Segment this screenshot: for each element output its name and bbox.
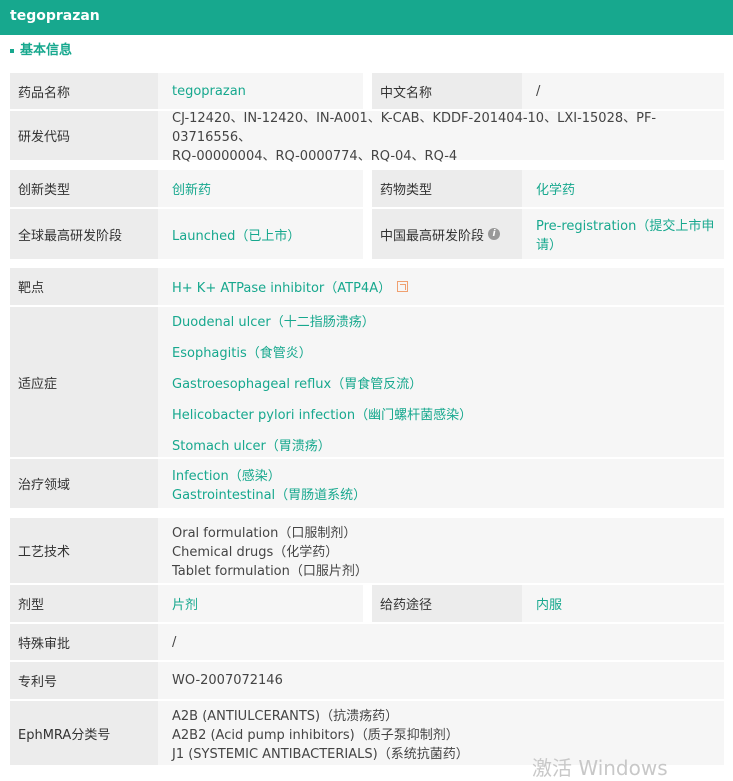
indication-item[interactable]: Esophagitis（食管炎） bbox=[172, 342, 312, 361]
value-chinese-name: / bbox=[522, 73, 724, 109]
value-global-stage[interactable]: Launched（已上市） bbox=[158, 209, 363, 259]
label-special: 特殊审批 bbox=[10, 624, 158, 660]
ephmra-item: A2B (ANTIULCERANTS)（抗溃疡药） bbox=[172, 708, 399, 724]
label-dosage: 剂型 bbox=[10, 585, 158, 622]
label-indications: 适应症 bbox=[10, 307, 158, 457]
value-drug-name[interactable]: tegoprazan bbox=[158, 73, 363, 109]
value-patent: WO-2007072146 bbox=[158, 662, 724, 699]
value-dosage[interactable]: 片剂 bbox=[158, 585, 363, 622]
value-innovation[interactable]: 创新药 bbox=[158, 170, 363, 207]
therapy-item[interactable]: Gastrointestinal（胃肠道系统） bbox=[172, 484, 366, 503]
value-target[interactable]: H+ K+ ATPase inhibitor（ATP4A） bbox=[158, 268, 724, 305]
bullet-icon bbox=[10, 48, 14, 53]
value-special: / bbox=[158, 624, 724, 660]
china-stage-line-2: 请） bbox=[536, 238, 563, 253]
china-stage-label-text: 中国最高研发阶段 bbox=[380, 228, 485, 244]
indication-item[interactable]: Stomach ulcer（胃溃疡） bbox=[172, 435, 331, 454]
indication-item[interactable]: Gastroesophageal reflux（胃食管反流） bbox=[172, 373, 422, 392]
value-drug-type[interactable]: 化学药 bbox=[522, 170, 724, 207]
value-route[interactable]: 内服 bbox=[522, 585, 724, 622]
code-line-1: CJ-12420、IN-12420、IN-A001、K-CAB、KDDF-201… bbox=[172, 111, 657, 145]
external-link-icon[interactable] bbox=[397, 281, 409, 292]
label-therapy: 治疗领域 bbox=[10, 459, 158, 508]
value-indications: Duodenal ulcer（十二指肠溃疡） Esophagitis（食管炎） … bbox=[158, 307, 724, 457]
drug-header-bar: tegoprazan bbox=[0, 0, 733, 35]
label-target: 靶点 bbox=[10, 268, 158, 305]
therapy-item[interactable]: Infection（感染） bbox=[172, 465, 281, 484]
value-china-stage[interactable]: Pre-registration（提交上市申 请） bbox=[522, 209, 724, 259]
target-text[interactable]: H+ K+ ATPase inhibitor（ATP4A） bbox=[172, 277, 391, 296]
label-drug-type: 药物类型 bbox=[372, 170, 522, 207]
label-innovation: 创新类型 bbox=[10, 170, 158, 207]
china-stage-line-1: Pre-registration（提交上市申 bbox=[536, 219, 715, 234]
label-technology: 工艺技术 bbox=[10, 518, 158, 583]
value-technology: Oral formulation（口服制剂） Chemical drugs（化学… bbox=[158, 518, 724, 583]
indication-item[interactable]: Duodenal ulcer（十二指肠溃疡） bbox=[172, 311, 375, 330]
info-icon[interactable]: i bbox=[488, 228, 501, 240]
label-chinese-name: 中文名称 bbox=[372, 73, 522, 109]
label-global-stage: 全球最高研发阶段 bbox=[10, 209, 158, 259]
section-title: 基本信息 bbox=[20, 43, 73, 58]
technology-item: Oral formulation（口服制剂） bbox=[172, 526, 357, 541]
technology-item: Tablet formulation（口服片剂） bbox=[172, 564, 368, 579]
label-china-stage: 中国最高研发阶段 i bbox=[372, 209, 522, 259]
value-therapy: Infection（感染） Gastrointestinal（胃肠道系统） bbox=[158, 459, 724, 508]
ephmra-item: A2B2 (Acid pump inhibitors)（质子泵抑制剂） bbox=[172, 727, 459, 743]
windows-activation-watermark: 激活 Windows bbox=[532, 756, 668, 780]
label-ephmra: EphMRA分类号 bbox=[10, 701, 158, 765]
drug-title: tegoprazan bbox=[10, 8, 100, 24]
label-route: 给药途径 bbox=[372, 585, 522, 622]
code-line-2: RQ-00000004、RQ-0000774、RQ-04、RQ-4 bbox=[172, 149, 458, 164]
label-patent: 专利号 bbox=[10, 662, 158, 699]
indication-item[interactable]: Helicobacter pylori infection（幽门螺杆菌感染） bbox=[172, 404, 472, 423]
technology-item: Chemical drugs（化学药） bbox=[172, 545, 339, 560]
section-basic-info: 基本信息 bbox=[10, 39, 72, 58]
ephmra-item: J1 (SYSTEMIC ANTIBACTERIALS)（系统抗菌药） bbox=[172, 746, 469, 762]
label-drug-name: 药品名称 bbox=[10, 73, 158, 109]
label-code: 研发代码 bbox=[10, 111, 158, 160]
value-code: CJ-12420、IN-12420、IN-A001、K-CAB、KDDF-201… bbox=[158, 111, 724, 164]
